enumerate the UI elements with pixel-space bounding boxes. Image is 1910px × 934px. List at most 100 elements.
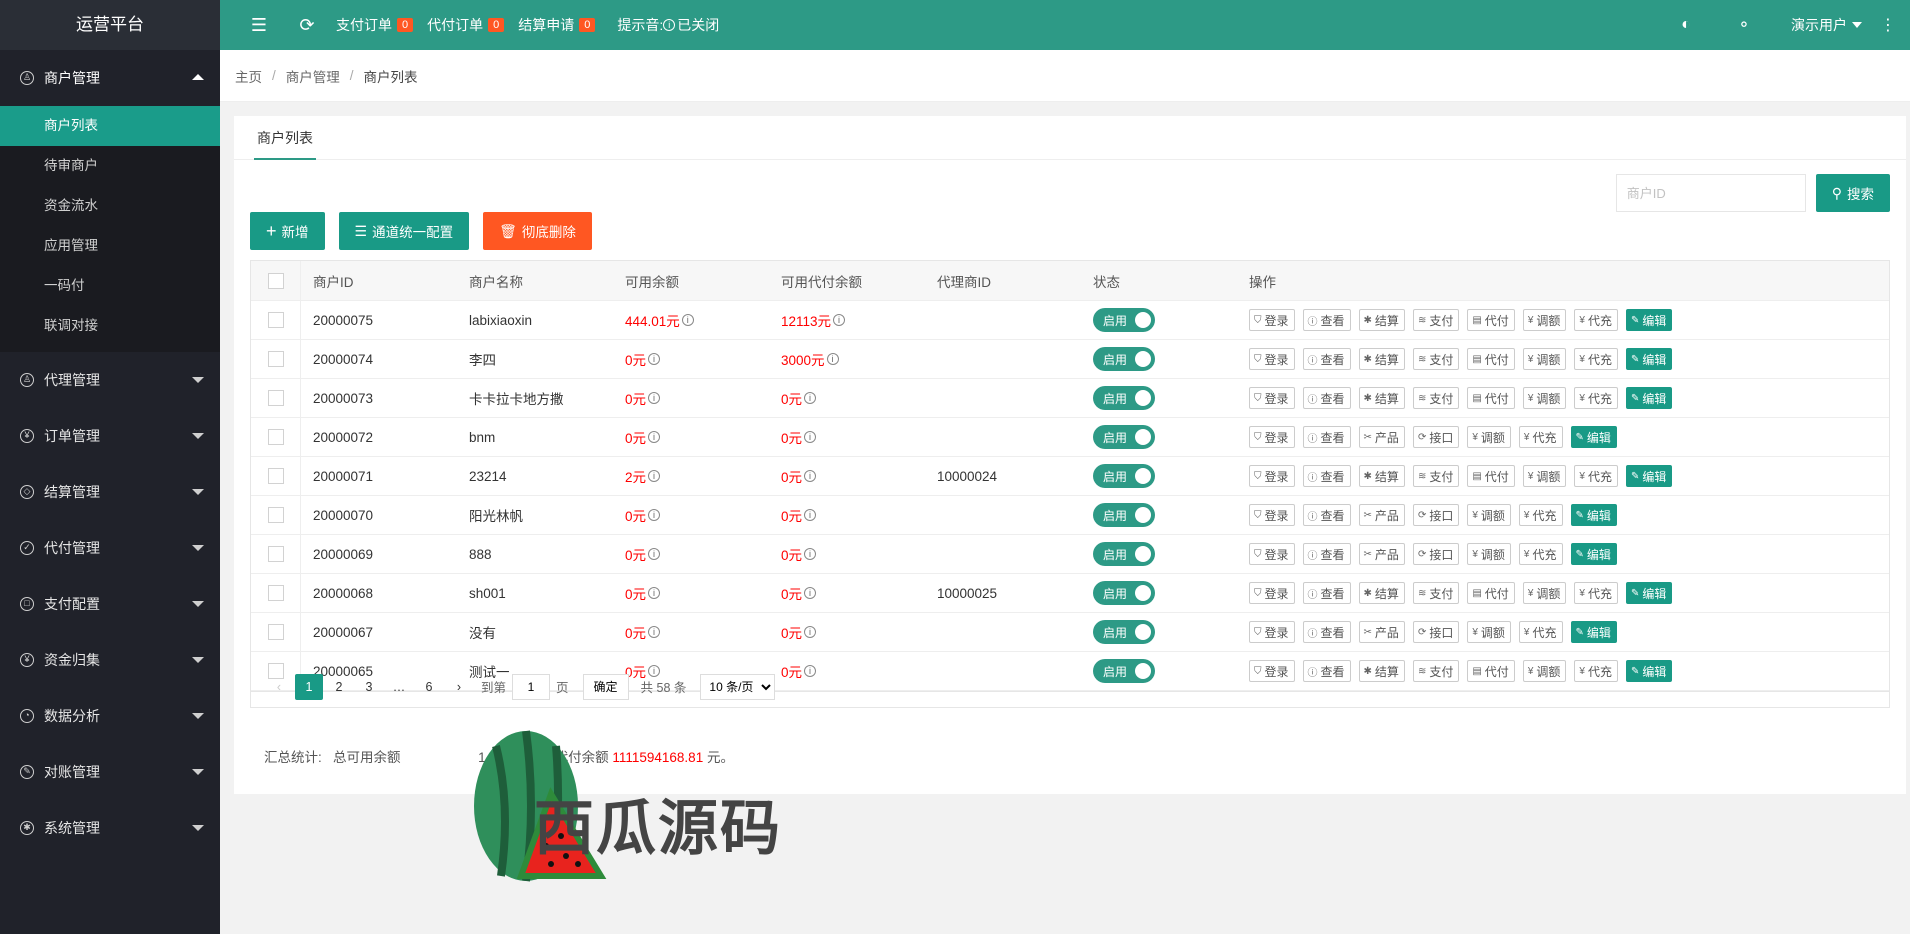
info-icon[interactable]: i (804, 587, 817, 599)
more-vertical-icon[interactable]: ⋮ (1880, 15, 1896, 35)
op-button[interactable]: ≋ 支付 (1412, 465, 1460, 487)
op-button[interactable]: ✎ 编辑 (1625, 348, 1673, 370)
row-checkbox[interactable] (267, 468, 284, 484)
tag-icon[interactable]: ⚬ (1733, 14, 1755, 36)
op-button[interactable]: ⓘ 查看 (1302, 465, 1351, 487)
op-button[interactable]: ≋ 支付 (1412, 309, 1460, 331)
op-button[interactable]: ✱ 结算 (1358, 582, 1405, 604)
goto-confirm-button[interactable]: 确定 (582, 673, 629, 700)
op-button[interactable]: ¥ 代充 (1574, 465, 1618, 487)
op-button[interactable]: ¥ 调额 (1522, 309, 1567, 331)
status-toggle[interactable]: 启用 (1093, 581, 1155, 605)
top-link-0[interactable]: 支付订单 0 (336, 15, 414, 35)
op-button[interactable]: ⟳ 接口 (1412, 621, 1460, 643)
op-button[interactable]: ▤ 代付 (1467, 387, 1515, 409)
row-checkbox[interactable] (267, 351, 284, 367)
sidebar-group-8[interactable]: ✎ 对账管理 (0, 744, 220, 800)
sound-toggle[interactable]: 提示音: i 已关闭 (617, 15, 719, 35)
op-button[interactable]: ✎ 编辑 (1625, 465, 1673, 487)
op-button[interactable]: ≋ 支付 (1412, 348, 1460, 370)
row-checkbox[interactable] (267, 546, 284, 562)
sidebar-group-4[interactable]: ✓ 代付管理 (0, 520, 220, 576)
op-button[interactable]: ¥ 调额 (1522, 387, 1567, 409)
op-button[interactable]: ≋ 支付 (1412, 387, 1460, 409)
top-link-1[interactable]: 代付订单 0 (427, 15, 505, 35)
page-button[interactable]: 2 (325, 674, 353, 700)
theme-icon[interactable]: ◐ (1675, 14, 1697, 36)
info-icon[interactable]: i (804, 626, 817, 638)
op-button[interactable]: ¥ 代充 (1518, 543, 1563, 565)
info-icon[interactable]: i (648, 431, 661, 443)
op-button[interactable]: ¥ 调额 (1467, 426, 1511, 448)
status-toggle[interactable]: 启用 (1093, 503, 1155, 527)
op-button[interactable]: ✱ 结算 (1358, 387, 1405, 409)
op-button[interactable]: ▤ 代付 (1467, 348, 1515, 370)
op-button[interactable]: ¥ 代充 (1574, 387, 1618, 409)
sidebar-group-3[interactable]: ◇ 结算管理 (0, 464, 220, 520)
row-checkbox[interactable] (267, 585, 284, 601)
status-toggle[interactable]: 启用 (1093, 542, 1155, 566)
sidebar-group-9[interactable]: ✱ 系统管理 (0, 800, 220, 856)
op-button[interactable]: ⓘ 查看 (1302, 543, 1351, 565)
op-button[interactable]: ⓘ 查看 (1302, 621, 1351, 643)
op-button[interactable]: ¥ 代充 (1518, 504, 1563, 526)
sidebar-group-6[interactable]: ¥ 资金归集 (0, 632, 220, 688)
op-button[interactable]: ⓘ 查看 (1302, 582, 1351, 604)
op-button[interactable]: ¥ 代充 (1518, 621, 1563, 643)
op-button[interactable]: ⓘ 查看 (1302, 309, 1351, 331)
info-icon[interactable]: i (648, 626, 661, 638)
op-button[interactable]: ⟳ 接口 (1412, 504, 1460, 526)
page-button[interactable]: 6 (415, 674, 443, 700)
op-button[interactable]: ¥ 调额 (1522, 582, 1567, 604)
row-checkbox[interactable] (267, 312, 284, 328)
op-button[interactable]: ⛉ 登录 (1249, 426, 1295, 448)
sidebar-item-0[interactable]: 商户列表 (0, 106, 220, 146)
op-button[interactable]: ⛉ 登录 (1249, 465, 1295, 487)
op-button[interactable]: ⛉ 登录 (1249, 504, 1295, 526)
op-button[interactable]: ¥ 调额 (1467, 504, 1511, 526)
info-icon[interactable]: i (833, 314, 846, 326)
op-button[interactable]: ✎ 编辑 (1570, 621, 1617, 643)
status-toggle[interactable]: 启用 (1093, 620, 1155, 644)
info-icon[interactable]: i (804, 470, 817, 482)
op-button[interactable]: ¥ 代充 (1518, 426, 1563, 448)
op-button[interactable]: ▤ 代付 (1467, 582, 1515, 604)
breadcrumb-section[interactable]: 商户管理 (286, 66, 340, 86)
info-icon[interactable]: i (648, 470, 661, 482)
op-button[interactable]: ✎ 编辑 (1625, 387, 1673, 409)
op-button[interactable]: ▤ 代付 (1467, 465, 1515, 487)
info-icon[interactable]: i (648, 548, 661, 560)
info-icon[interactable]: i (804, 431, 817, 443)
delete-button[interactable]: 🗑 彻底删除 (483, 212, 592, 250)
op-button[interactable]: ¥ 调额 (1522, 348, 1567, 370)
sidebar-item-4[interactable]: 一码付 (0, 266, 220, 306)
op-button[interactable]: ✎ 编辑 (1570, 426, 1617, 448)
op-button[interactable]: ⛉ 登录 (1249, 621, 1295, 643)
prev-page-icon[interactable]: ‹ (265, 674, 293, 700)
next-page-icon[interactable]: › (445, 674, 473, 700)
status-toggle[interactable]: 启用 (1093, 347, 1155, 371)
op-button[interactable]: ⓘ 查看 (1302, 426, 1351, 448)
status-toggle[interactable]: 启用 (1093, 425, 1155, 449)
status-toggle[interactable]: 启用 (1093, 386, 1155, 410)
info-icon[interactable]: i (681, 314, 694, 326)
row-checkbox[interactable] (267, 390, 284, 406)
row-checkbox[interactable] (267, 429, 284, 445)
row-checkbox[interactable] (267, 624, 284, 640)
op-button[interactable]: ¥ 调额 (1467, 621, 1511, 643)
op-button[interactable]: ¥ 代充 (1574, 582, 1618, 604)
info-icon[interactable]: i (648, 509, 661, 521)
op-button[interactable]: ✂ 产品 (1358, 426, 1405, 448)
op-button[interactable]: ⟳ 接口 (1412, 426, 1460, 448)
breadcrumb-home[interactable]: 主页 (235, 66, 262, 86)
sidebar-item-3[interactable]: 应用管理 (0, 226, 220, 266)
sidebar-group-5[interactable]: □ 支付配置 (0, 576, 220, 632)
top-link-2[interactable]: 结算申请 0 (518, 15, 596, 35)
info-icon[interactable]: i (804, 392, 817, 404)
op-button[interactable]: ≋ 支付 (1412, 582, 1460, 604)
select-all-checkbox[interactable] (267, 272, 284, 289)
op-button[interactable]: ✎ 编辑 (1570, 504, 1617, 526)
info-icon[interactable]: i (804, 509, 817, 521)
op-button[interactable]: ⓘ 查看 (1302, 504, 1351, 526)
op-button[interactable]: ✂ 产品 (1358, 543, 1405, 565)
